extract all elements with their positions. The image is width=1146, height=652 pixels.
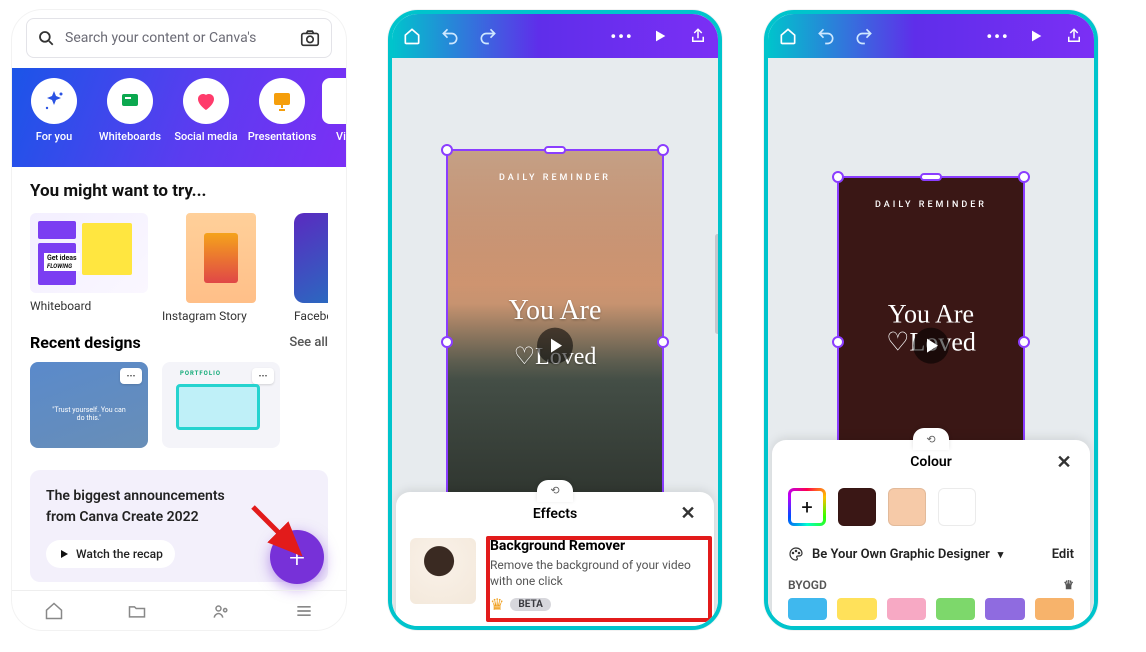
sheet-title: Effects <box>533 506 577 522</box>
home-icon[interactable] <box>402 26 422 46</box>
palette-swatch[interactable] <box>1035 598 1074 620</box>
screen-canva-home: Search your content or Canva's For you W… <box>12 10 346 630</box>
scrollbar[interactable] <box>715 234 720 334</box>
menu-icon[interactable] <box>294 601 314 621</box>
palette-swatch[interactable] <box>887 598 926 620</box>
resize-handle[interactable] <box>657 336 669 348</box>
home-icon[interactable] <box>44 601 64 621</box>
palette-swatch[interactable] <box>985 598 1024 620</box>
resize-handle[interactable] <box>920 173 942 181</box>
try-heading: You might want to try... <box>30 181 328 201</box>
category-tabs: For you Whiteboards Social media Present… <box>12 68 346 167</box>
effect-thumbnail <box>410 538 476 604</box>
tab-videos[interactable]: Vi <box>322 78 346 143</box>
presentation-icon <box>270 89 294 113</box>
colour-swatch[interactable] <box>888 488 926 526</box>
close-icon[interactable]: ✕ <box>676 502 700 526</box>
palette-swatch[interactable] <box>788 598 827 620</box>
template-instagram-story[interactable]: Instagram Story <box>162 213 280 323</box>
template-row[interactable]: Get ideasFLOWING Whiteboard Instagram St… <box>30 213 328 323</box>
watch-recap-button[interactable]: Watch the recap <box>46 540 175 568</box>
folder-icon[interactable] <box>127 601 147 621</box>
palette-swatch[interactable] <box>936 598 975 620</box>
edit-link[interactable]: Edit <box>1052 547 1074 562</box>
redo-icon[interactable] <box>854 26 874 46</box>
share-icon[interactable] <box>688 26 708 46</box>
team-icon[interactable] <box>211 601 231 621</box>
undo-icon[interactable] <box>440 26 460 46</box>
video-play-icon[interactable] <box>913 328 949 364</box>
more-icon[interactable]: ··· <box>120 368 142 384</box>
whiteboard-icon <box>118 89 142 113</box>
recent-design-1[interactable]: ··· "Trust yourself. You can do this." <box>30 362 148 448</box>
more-icon[interactable]: ··· <box>252 368 274 384</box>
play-icon[interactable] <box>1026 26 1046 46</box>
tab-for-you[interactable]: For you <box>18 78 90 143</box>
undo-icon[interactable] <box>816 26 836 46</box>
search-placeholder: Search your content or Canva's <box>65 30 289 46</box>
swatch-row: + <box>772 484 1090 540</box>
share-icon[interactable] <box>1064 26 1084 46</box>
annotation-highlight <box>486 536 712 622</box>
plus-icon: + <box>289 541 305 574</box>
screen-editor-colour: ••• DAILY REMINDER You Are♡Loved @really… <box>764 10 1098 630</box>
bottom-nav <box>12 590 346 630</box>
tab-social-media[interactable]: Social media <box>170 78 242 143</box>
resize-handle[interactable] <box>832 171 844 183</box>
search-bar[interactable]: Search your content or Canva's <box>26 18 332 58</box>
search-icon <box>37 29 55 47</box>
play-icon[interactable] <box>650 26 670 46</box>
resize-handle[interactable] <box>441 144 453 156</box>
home-icon[interactable] <box>778 26 798 46</box>
more-icon[interactable]: ••• <box>612 26 632 46</box>
chevron-down-icon: ▾ <box>998 548 1004 561</box>
redo-icon[interactable] <box>478 26 498 46</box>
resize-handle[interactable] <box>1018 336 1030 348</box>
crown-icon: ♛ <box>1063 578 1074 592</box>
camera-icon[interactable] <box>299 27 321 49</box>
colour-swatch[interactable] <box>838 488 876 526</box>
sparkle-icon <box>42 89 66 113</box>
tab-presentations[interactable]: Presentations <box>246 78 318 143</box>
resize-handle[interactable] <box>441 336 453 348</box>
recent-row[interactable]: ··· "Trust yourself. You can do this." ·… <box>30 362 328 448</box>
editor-topbar: ••• <box>392 14 718 58</box>
resize-handle[interactable] <box>1018 171 1030 183</box>
template-whiteboard[interactable]: Get ideasFLOWING Whiteboard <box>30 213 148 323</box>
heart-icon <box>194 89 218 113</box>
resize-handle[interactable] <box>544 146 566 154</box>
palette-swatch[interactable] <box>837 598 876 620</box>
template-facebook[interactable]: Facebook <box>294 213 328 323</box>
screen-editor-effects: ••• DAILY REMINDER You Are ♡Loved @reall… <box>388 10 722 630</box>
create-fab[interactable]: + <box>270 530 324 584</box>
colour-swatch[interactable] <box>938 488 976 526</box>
resize-handle[interactable] <box>832 336 844 348</box>
brand-kit-selector[interactable]: Be Your Own Graphic Designer ▾ <box>788 546 1003 562</box>
editor-topbar: ••• <box>768 14 1094 58</box>
palette-name: BYOGD <box>788 578 827 592</box>
palette-icon <box>788 546 804 562</box>
tab-whiteboards[interactable]: Whiteboards <box>94 78 166 143</box>
more-icon[interactable]: ••• <box>988 26 1008 46</box>
palette-row <box>772 598 1090 620</box>
selection-frame[interactable]: DAILY REMINDER You Are ♡Loved @reallygre… <box>446 149 664 535</box>
close-icon[interactable]: ✕ <box>1052 450 1076 474</box>
video-play-icon[interactable] <box>537 328 573 364</box>
resize-handle[interactable] <box>657 144 669 156</box>
play-icon <box>58 548 70 560</box>
colour-sheet: ⟲ Colour ✕ + Be Your Own Graphic Designe… <box>772 440 1090 626</box>
recent-design-2[interactable]: ··· PORTFOLIO <box>162 362 280 448</box>
recent-heading: Recent designs <box>30 333 141 352</box>
see-all-link[interactable]: See all <box>289 335 328 350</box>
add-colour-button[interactable]: + <box>788 488 826 526</box>
sheet-title: Colour <box>910 454 952 470</box>
